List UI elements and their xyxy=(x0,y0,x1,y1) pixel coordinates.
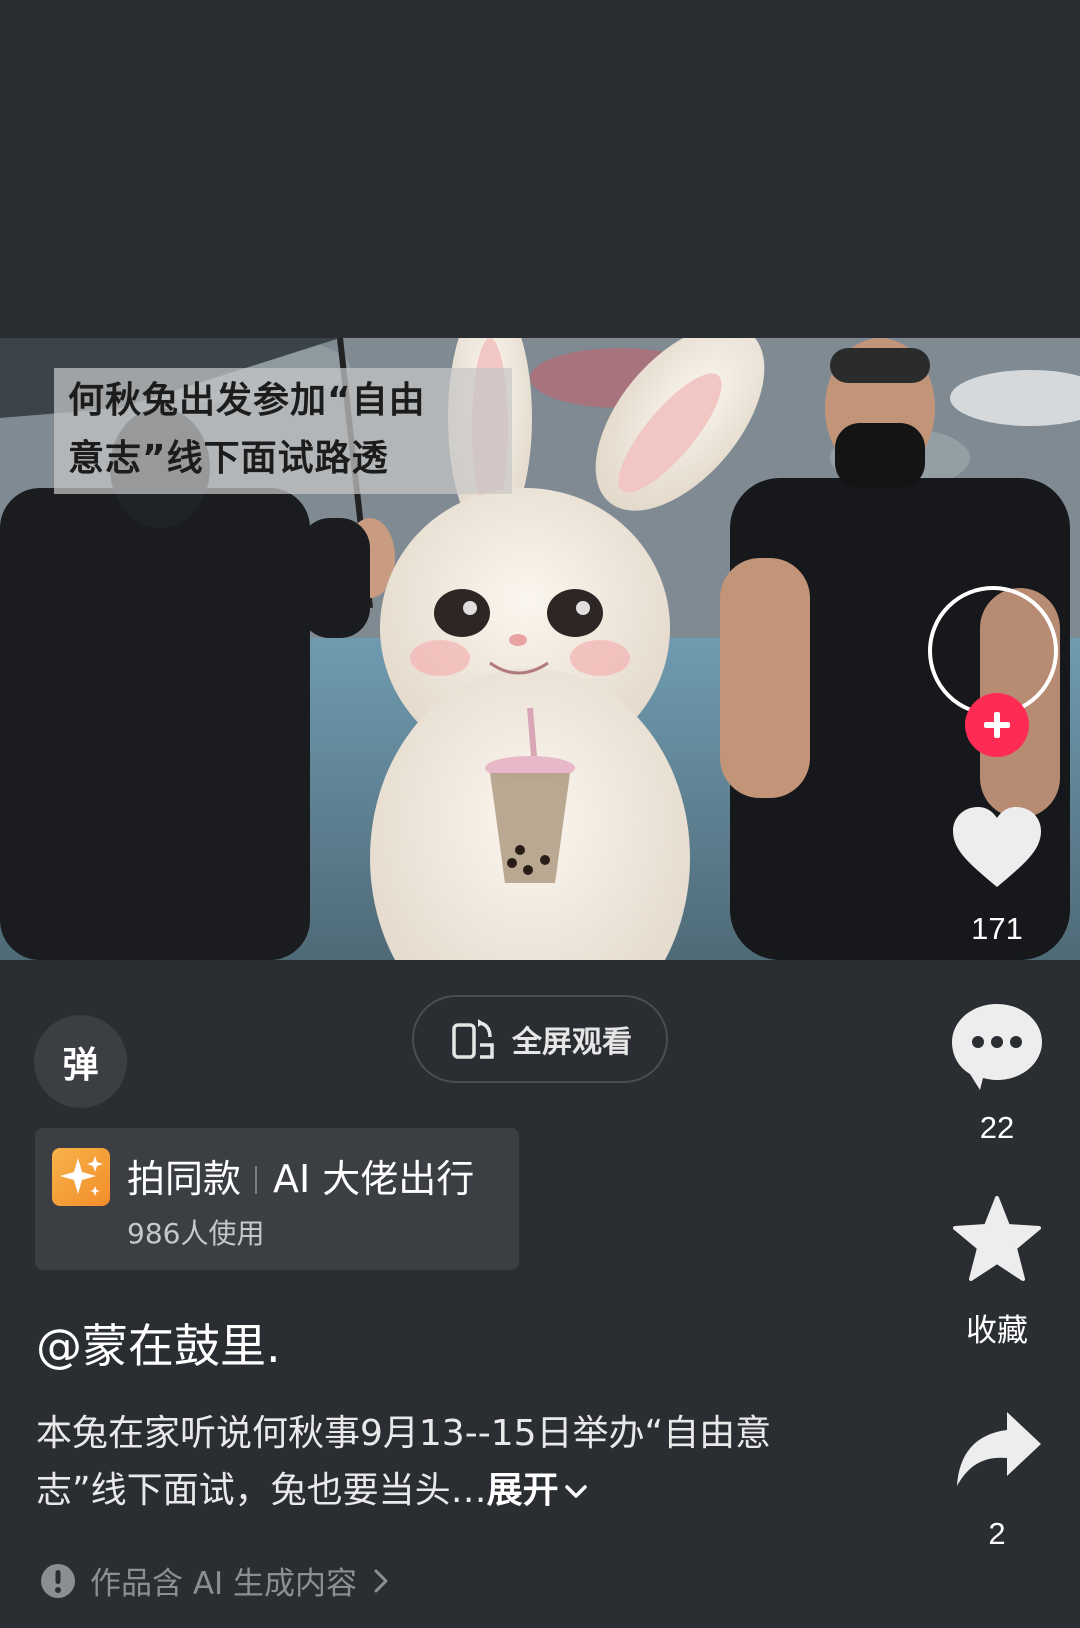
expand-label: 展开 xyxy=(486,1470,559,1511)
favorite-label: 收藏 xyxy=(966,1313,1028,1348)
ai-content-notice[interactable]: 作品含 AI 生成内容 xyxy=(40,1558,391,1603)
video-caption-line2: 意志”线下面试路透 xyxy=(68,438,389,479)
sparkle-icon xyxy=(52,1148,110,1206)
share-count: 2 xyxy=(988,1516,1006,1551)
danmu-label: 弹 xyxy=(62,1044,99,1086)
use-template-card[interactable]: 拍同款 AI 大佬出行 986人使用 xyxy=(35,1128,519,1270)
like-count: 171 xyxy=(971,911,1023,946)
template-usage: 986人使用 xyxy=(127,1217,265,1250)
template-divider xyxy=(255,1166,258,1194)
expand-button[interactable]: 展开 xyxy=(487,1470,589,1511)
plus-icon xyxy=(984,712,1010,738)
author-name[interactable]: @蒙在鼓里. xyxy=(36,1310,281,1376)
template-action: 拍同款 xyxy=(127,1157,242,1201)
video-description: 本兔在家听说何秋事9月13--15日举办“自由意志”线下面试，兔也要当头…展开 xyxy=(36,1405,826,1519)
heart-icon[interactable] xyxy=(951,805,1043,889)
fullscreen-button[interactable]: 全屏观看 xyxy=(412,995,668,1083)
description-text: 本兔在家听说何秋事9月13--15日举办“自由意志”线下面试，兔也要当头… xyxy=(36,1413,772,1511)
video-caption-line1: 何秋兔出发参加“自由 xyxy=(68,380,426,421)
alert-icon xyxy=(41,1563,75,1598)
video-caption: 何秋兔出发参加“自由 意志”线下面试路透 xyxy=(54,368,512,494)
video-player[interactable]: 何秋兔出发参加“自由 意志”线下面试路透 xyxy=(0,338,1080,960)
fullscreen-label: 全屏观看 xyxy=(512,1025,632,1060)
template-name: AI 大佬出行 xyxy=(273,1157,475,1201)
template-title: 拍同款 AI 大佬出行 xyxy=(127,1148,474,1203)
comment-count: 22 xyxy=(979,1110,1015,1145)
share-icon[interactable] xyxy=(955,1410,1043,1488)
rotate-screen-icon xyxy=(452,1019,494,1059)
star-icon[interactable] xyxy=(953,1196,1041,1282)
ai-notice-label: 作品含 AI 生成内容 xyxy=(90,1566,358,1602)
danmu-toggle-button[interactable]: 弹 xyxy=(34,1015,127,1108)
chevron-down-icon xyxy=(564,1485,587,1498)
chevron-right-icon xyxy=(374,1569,388,1592)
comment-icon[interactable] xyxy=(950,1002,1044,1092)
follow-button[interactable] xyxy=(965,693,1029,757)
video-feed-screen: 何秋兔出发参加“自由 意志”线下面试路透 171 22 收藏 2 弹 全屏观看 … xyxy=(0,0,1080,1628)
